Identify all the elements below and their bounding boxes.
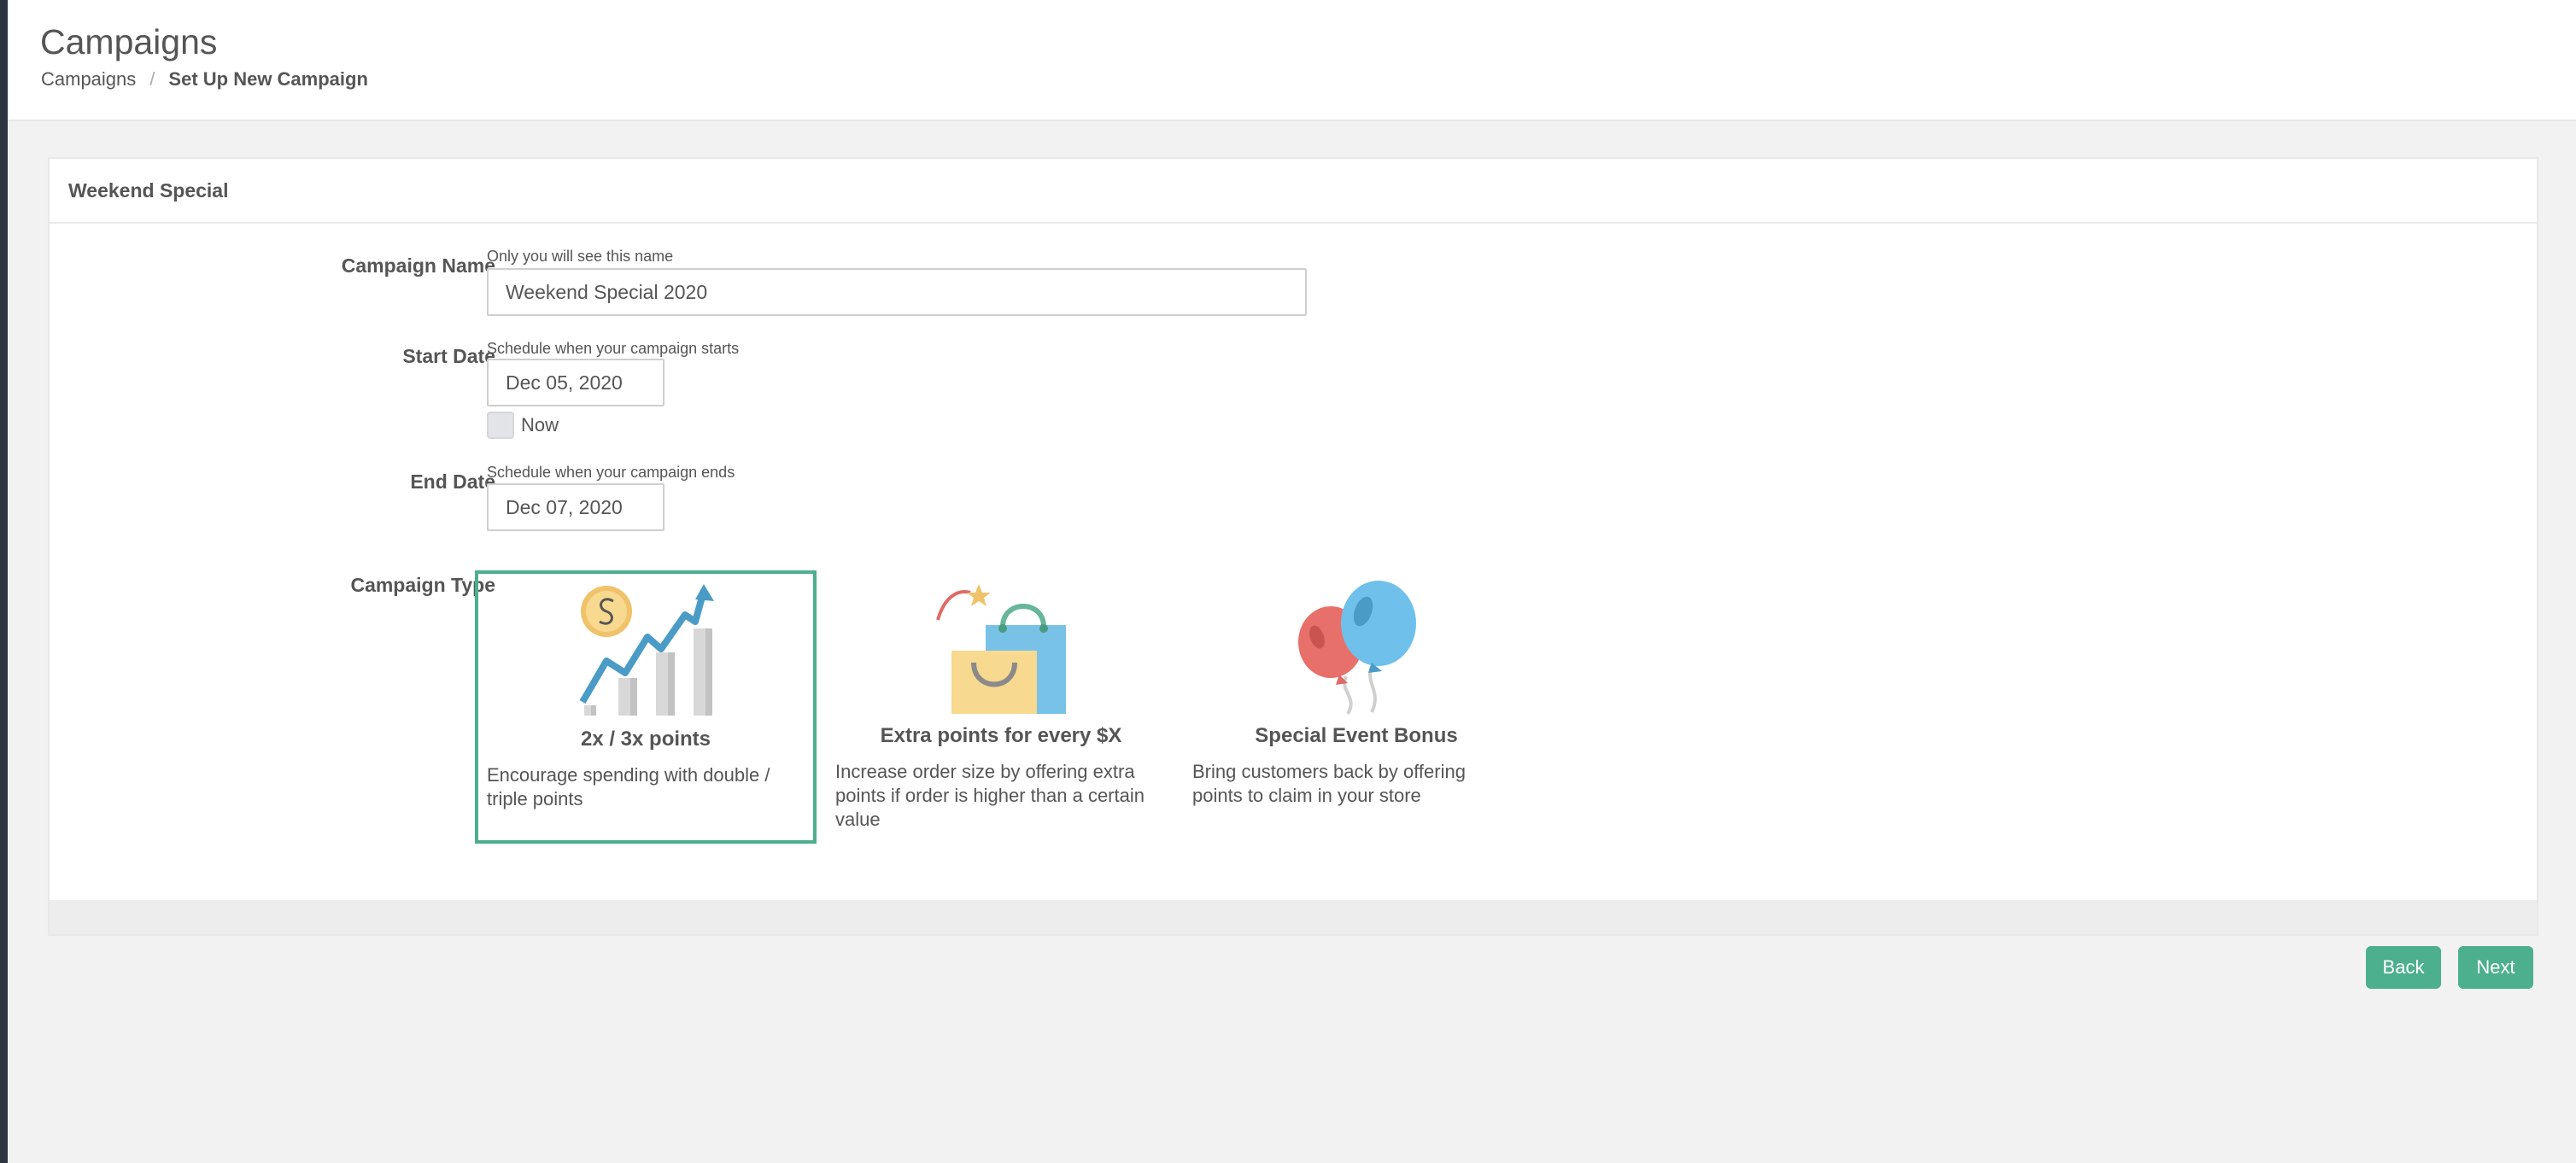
start-date-help: Schedule when your campaign starts bbox=[487, 340, 740, 357]
campaign-type-option-extra-points[interactable]: Extra points for every $X Increase order… bbox=[830, 570, 1172, 844]
campaign-type-label: Campaign Type bbox=[350, 574, 495, 596]
panel-footer bbox=[50, 900, 2537, 934]
campaign-type-title: Extra points for every $X bbox=[880, 724, 1122, 747]
growth-chart-coin-icon bbox=[579, 584, 714, 716]
campaign-name-label: Campaign Name bbox=[341, 254, 495, 277]
campaign-type-description: Encourage spending with double / triple … bbox=[487, 764, 770, 809]
end-date-help: Schedule when your campaign ends bbox=[487, 464, 735, 481]
shopping-bags-icon bbox=[936, 584, 1066, 714]
page-title: Campaigns bbox=[40, 22, 218, 61]
start-date-input[interactable]: Dec 05, 2020 bbox=[487, 359, 664, 406]
campaign-type-description: Bring customers back by offering points … bbox=[1192, 761, 1466, 806]
breadcrumb-separator: / bbox=[149, 68, 155, 90]
campaign-type-option-multiplier[interactable]: 2x / 3x points Encourage spending with d… bbox=[475, 570, 817, 844]
page-header: Campaigns Campaigns / Set Up New Campaign bbox=[8, 0, 2576, 121]
start-date-label: Start Date bbox=[402, 345, 495, 367]
campaign-type-title: Special Event Bonus bbox=[1255, 724, 1458, 747]
balloons-icon bbox=[1298, 581, 1416, 716]
campaign-type-description: Increase order size by offering extra po… bbox=[835, 761, 1145, 830]
campaign-type-option-event-bonus[interactable]: Special Event Bonus Bring customers back… bbox=[1186, 570, 1527, 844]
end-date-label: End Date bbox=[410, 470, 495, 493]
breadcrumb-current: Set Up New Campaign bbox=[168, 68, 368, 90]
now-checkbox[interactable] bbox=[487, 412, 514, 439]
campaign-setup-panel: Weekend Special Campaign Name Only you w… bbox=[48, 157, 2538, 936]
campaign-name-help: Only you will see this name bbox=[487, 248, 674, 265]
back-button[interactable]: Back bbox=[2366, 946, 2441, 989]
next-button[interactable]: Next bbox=[2458, 946, 2533, 989]
end-date-input[interactable]: Dec 07, 2020 bbox=[487, 483, 664, 531]
campaign-type-title: 2x / 3x points bbox=[580, 728, 711, 751]
now-checkbox-label[interactable]: Now bbox=[521, 414, 559, 436]
panel-title: Weekend Special bbox=[50, 159, 2537, 224]
campaign-name-input[interactable]: Weekend Special 2020 bbox=[487, 268, 1307, 316]
app-sidebar-edge bbox=[0, 0, 8, 1163]
breadcrumb: Campaigns / Set Up New Campaign bbox=[41, 68, 368, 91]
breadcrumb-item-campaigns[interactable]: Campaigns bbox=[41, 68, 136, 90]
